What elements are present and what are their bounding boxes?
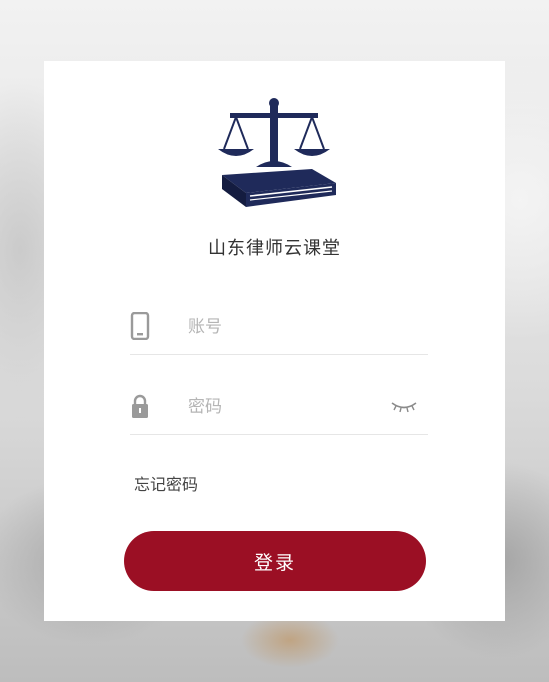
login-card: 山东律师云课堂 忘记密码 登录 [44,61,505,621]
lock-icon [132,394,148,418]
app-title: 山东律师云课堂 [208,238,341,259]
eye-closed-icon[interactable] [390,400,418,414]
password-field [130,386,428,435]
account-input[interactable] [186,312,370,342]
login-button[interactable]: 登录 [124,531,426,591]
scales-of-justice-logo [218,98,336,207]
forgot-password-link[interactable]: 忘记密码 [134,471,198,495]
account-field [130,306,428,355]
phone-icon [130,312,150,340]
password-input[interactable] [186,392,370,422]
